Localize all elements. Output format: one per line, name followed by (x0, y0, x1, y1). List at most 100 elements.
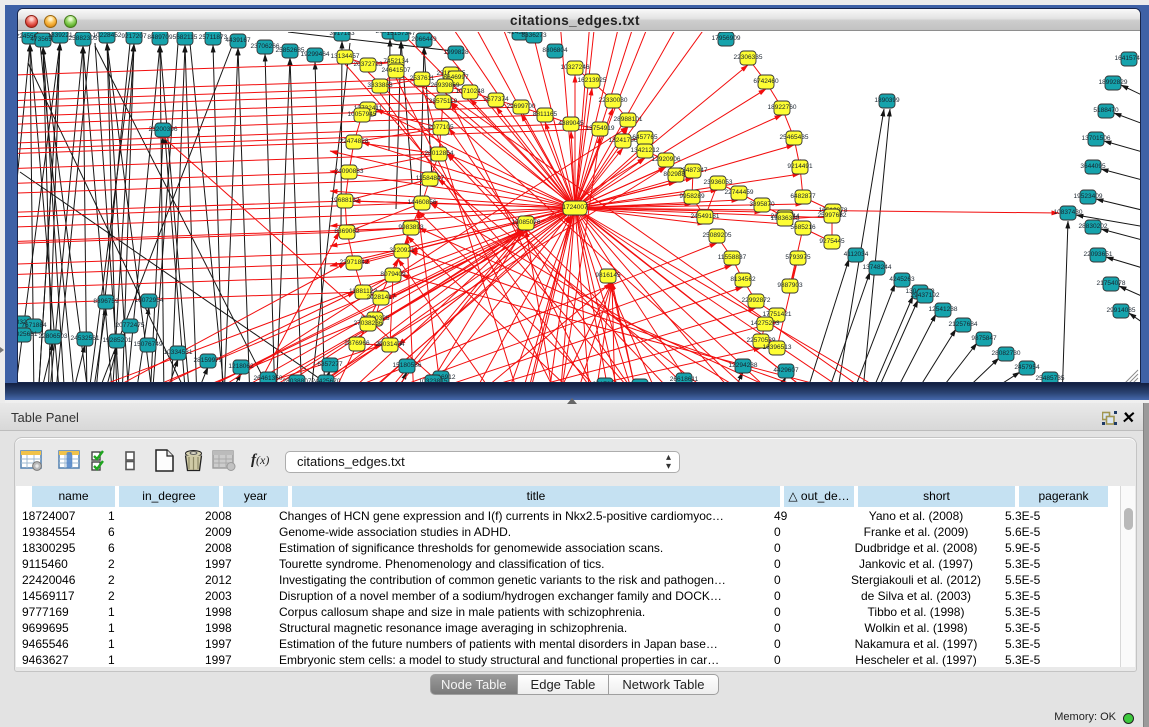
svg-text:18922760: 18922760 (768, 104, 797, 111)
svg-text:3220921: 3220921 (389, 247, 415, 254)
svg-text:22744459: 22744459 (725, 189, 754, 196)
svg-text:6357277: 6357277 (317, 361, 343, 368)
svg-text:25089205: 25089205 (703, 232, 732, 239)
svg-text:4245263: 4245263 (889, 276, 915, 283)
svg-text:2537611: 2537611 (410, 75, 435, 82)
svg-text:13701506: 13701506 (1082, 135, 1111, 142)
svg-text:29281417: 29281417 (367, 294, 396, 301)
svg-text:3917183: 3917183 (329, 32, 355, 37)
svg-text:10327246: 10327246 (561, 64, 590, 71)
svg-text:6742460: 6742460 (753, 78, 779, 85)
svg-text:8806804: 8806804 (542, 47, 568, 54)
svg-text:22306335: 22306335 (734, 54, 763, 61)
svg-text:9217207: 9217207 (121, 33, 147, 40)
svg-text:8134562: 8134562 (730, 276, 756, 283)
svg-text:24641507: 24641507 (382, 67, 411, 74)
svg-text:11558837: 11558837 (718, 254, 747, 261)
svg-text:2066449: 2066449 (411, 36, 437, 43)
svg-text:4429607: 4429607 (773, 367, 799, 374)
svg-text:11584847: 11584847 (416, 175, 445, 182)
svg-text:22806503: 22806503 (39, 333, 68, 340)
svg-text:2876966: 2876966 (344, 340, 370, 347)
svg-text:5682115: 5682115 (173, 34, 198, 41)
svg-text:12541238: 12541238 (929, 306, 958, 313)
svg-text:4112034: 4112034 (844, 251, 869, 258)
svg-text:1724007: 1724007 (562, 204, 588, 211)
svg-text:14275203: 14275203 (751, 320, 780, 327)
svg-text:19836388: 19836388 (771, 215, 800, 222)
svg-text:5188470: 5188470 (1093, 107, 1119, 114)
svg-text:13421212: 13421212 (631, 147, 660, 154)
svg-text:28830202: 28830202 (1079, 223, 1108, 230)
svg-text:1890399: 1890399 (874, 97, 900, 104)
svg-text:9816145: 9816145 (595, 272, 621, 279)
svg-text:25465435: 25465435 (780, 134, 809, 141)
svg-text:9958289: 9958289 (679, 193, 705, 200)
svg-text:8369062: 8369062 (334, 228, 360, 235)
svg-text:3644095: 3644095 (1080, 163, 1106, 170)
svg-text:19085076: 19085076 (512, 219, 541, 226)
svg-text:24532561: 24532561 (71, 335, 100, 342)
svg-text:9214491: 9214491 (787, 163, 813, 170)
svg-text:21754078: 21754078 (1097, 280, 1126, 287)
svg-text:8811165: 8811165 (533, 111, 558, 118)
svg-text:15180586: 15180586 (393, 362, 422, 369)
svg-text:28575119: 28575119 (429, 98, 458, 105)
svg-text:3395870: 3395870 (749, 201, 775, 208)
svg-text:6217026: 6217026 (592, 381, 618, 383)
svg-text:1999828: 1999828 (443, 49, 469, 56)
svg-text:10334531: 10334531 (164, 349, 193, 356)
svg-text:8396759: 8396759 (93, 298, 119, 305)
svg-text:27038236: 27038236 (354, 320, 383, 327)
svg-text:10323815: 10323815 (419, 378, 448, 383)
svg-text:16396513: 16396513 (763, 344, 792, 351)
svg-text:28012854: 28012854 (425, 150, 454, 157)
svg-text:14460856: 14460856 (408, 199, 437, 206)
svg-text:5793975: 5793975 (785, 254, 811, 261)
svg-text:12294238: 12294238 (729, 362, 758, 369)
svg-text:12920906: 12920906 (652, 156, 681, 163)
svg-text:10057945: 10057945 (348, 111, 377, 118)
svg-text:6482877: 6482877 (790, 193, 816, 200)
svg-text:18992829: 18992829 (1099, 79, 1128, 86)
svg-text:9275445: 9275445 (819, 238, 845, 245)
svg-text:13748244: 13748244 (863, 264, 892, 271)
svg-text:10710248: 10710248 (456, 88, 485, 95)
svg-text:29914085: 29914085 (1107, 307, 1136, 314)
svg-text:6457765: 6457765 (632, 134, 658, 141)
svg-text:16415740: 16415740 (1115, 55, 1141, 62)
svg-text:16213925: 16213925 (578, 77, 607, 84)
svg-text:15076749: 15076749 (134, 341, 163, 348)
svg-text:29437192: 29437192 (911, 292, 940, 299)
svg-text:1218062: 1218062 (228, 363, 254, 370)
svg-text:8336273: 8336273 (521, 32, 547, 39)
svg-text:29699700: 29699700 (507, 103, 536, 110)
svg-text:19523409: 19523409 (1074, 193, 1103, 200)
svg-text:28082730: 28082730 (992, 350, 1021, 357)
svg-text:19285201: 19285201 (103, 337, 132, 344)
svg-text:22330030: 22330030 (599, 97, 628, 104)
svg-text:22474828: 22474828 (340, 138, 369, 145)
svg-text:17956909: 17956909 (712, 35, 741, 42)
svg-text:4389045: 4389045 (558, 120, 584, 127)
svg-text:23971842: 23971842 (340, 259, 369, 266)
svg-text:22093651: 22093651 (1084, 251, 1113, 258)
svg-text:5685216: 5685216 (790, 224, 816, 231)
svg-text:9887903: 9887903 (777, 282, 803, 289)
svg-text:19299464: 19299464 (301, 51, 330, 58)
svg-text:28988101: 28988101 (614, 116, 643, 123)
svg-text:23936053: 23936053 (704, 179, 733, 186)
svg-text:23487347: 23487347 (679, 167, 708, 174)
svg-text:4439167: 4439167 (225, 37, 251, 44)
svg-text:28159979: 28159979 (194, 357, 223, 364)
svg-text:24090883: 24090883 (335, 168, 364, 175)
svg-text:9875847: 9875847 (971, 335, 997, 342)
svg-text:24425670: 24425670 (312, 378, 341, 383)
svg-text:8079409: 8079409 (380, 271, 406, 278)
svg-text:10228452: 10228452 (93, 32, 122, 39)
svg-text:25711873: 25711873 (199, 34, 228, 41)
svg-text:25997682: 25997682 (818, 212, 847, 219)
svg-text:8224730: 8224730 (627, 382, 653, 383)
svg-text:19688132: 19688132 (331, 197, 360, 204)
svg-text:2457954: 2457954 (1014, 364, 1040, 371)
